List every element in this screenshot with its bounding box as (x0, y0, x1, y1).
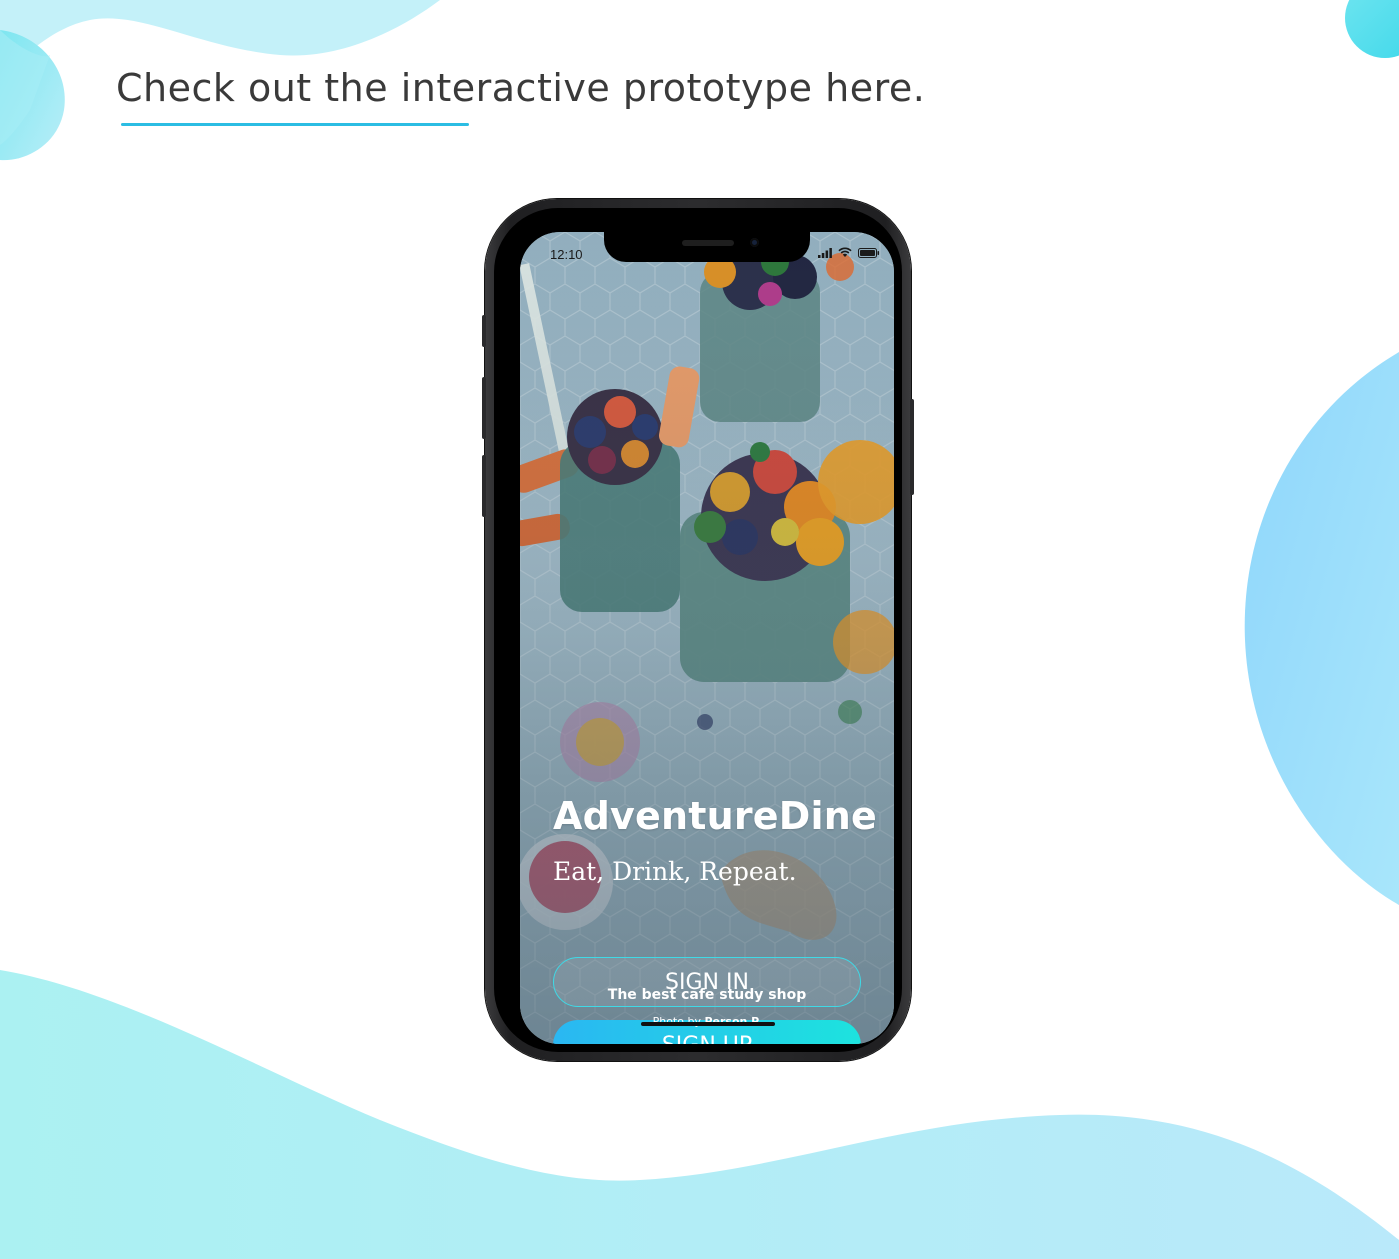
front-camera (750, 238, 759, 247)
mute-switch (482, 315, 486, 347)
prototype-link[interactable]: Check out the interactive prototype here… (116, 64, 936, 112)
phone-mockup: 12:10 AdventureDine Eat, Drink, Repeat. … (482, 199, 914, 1061)
status-time: 12:10 (550, 247, 583, 262)
phone-notch (604, 232, 810, 262)
app-tagline: Eat, Drink, Repeat. (553, 857, 797, 886)
home-indicator[interactable] (641, 1022, 775, 1026)
footer-area: The best cafe study shop Photo by Person… (534, 232, 880, 1044)
power-button (910, 399, 914, 495)
footer-tagline: The best cafe study shop (607, 987, 807, 1003)
page-header: Check out the interactive prototype here… (116, 64, 936, 126)
volume-down-button (482, 455, 486, 517)
speaker-grille (682, 240, 734, 246)
wifi-icon (838, 247, 852, 257)
battery-icon (858, 248, 880, 258)
title-underline (121, 123, 469, 126)
phone-bezel: 12:10 AdventureDine Eat, Drink, Repeat. … (494, 208, 902, 1052)
status-icons (818, 247, 880, 258)
sign-up-label: SIGN UP (662, 1033, 752, 1045)
signal-icon (818, 248, 832, 258)
volume-up-button (482, 377, 486, 439)
app-name: AdventureDine (553, 794, 877, 838)
phone-screen: 12:10 AdventureDine Eat, Drink, Repeat. … (520, 232, 894, 1044)
